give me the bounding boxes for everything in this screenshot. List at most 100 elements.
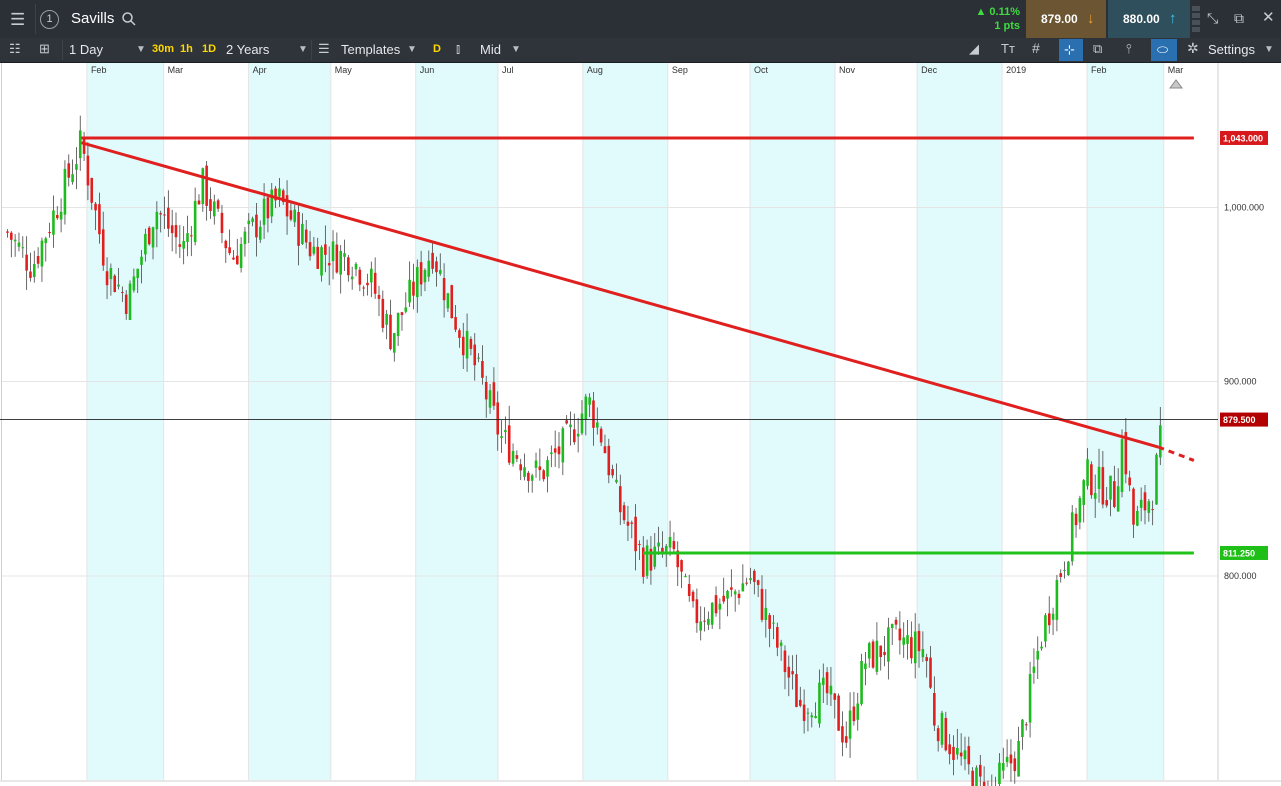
candle-body: [741, 583, 745, 592]
candle-body: [1017, 740, 1020, 777]
month-band: [248, 63, 331, 780]
candle-body: [1001, 762, 1005, 771]
current-price-text: 879.500: [1223, 415, 1256, 425]
hamburger-menu-icon[interactable]: ☰: [10, 11, 25, 28]
candle-body: [389, 314, 392, 350]
candle-body: [243, 231, 247, 245]
interval-1h-button[interactable]: 1h: [177, 42, 196, 57]
candle-body: [798, 699, 802, 706]
candle-body: [565, 420, 568, 424]
price-chart[interactable]: Feb Mar Apr May Jun Jul Aug Sep Oct Nov Dec 2019 Feb…: [0, 63, 1281, 786]
candle-body: [408, 279, 411, 303]
candle-body: [239, 243, 243, 268]
candle-body: [36, 256, 40, 264]
candle-body: [825, 672, 829, 694]
interval-30m-button[interactable]: 30m: [149, 42, 177, 57]
candle-body: [1036, 650, 1040, 660]
candle-body: [890, 623, 894, 628]
candle-body: [810, 715, 814, 718]
candle-body: [921, 649, 925, 658]
candle-body: [289, 210, 293, 220]
close-icon[interactable]: ✕: [1262, 10, 1275, 25]
candle-body: [500, 436, 503, 438]
candle-body: [324, 244, 327, 255]
candle-body: [569, 424, 572, 428]
crosshair-toggle[interactable]: ⊹: [1059, 39, 1083, 61]
price-type-badge[interactable]: D: [430, 42, 444, 57]
candle-body: [1151, 509, 1154, 511]
chevron-down-icon[interactable]: ▼: [511, 44, 521, 55]
gear-icon[interactable]: ✲: [1187, 41, 1199, 55]
candle-body: [370, 268, 373, 283]
x-tick-label: May: [335, 65, 353, 75]
layout-icon[interactable]: ⊞: [39, 42, 50, 55]
candle-body: [232, 257, 235, 260]
range-select[interactable]: 2 Years: [226, 42, 269, 57]
candle-body: [366, 282, 369, 286]
x-tick-label: Mar: [1168, 65, 1184, 75]
candle-body: [1086, 459, 1089, 486]
candle-body: [423, 270, 427, 283]
candle-body: [603, 446, 607, 454]
list-view-icon[interactable]: ☷: [9, 42, 21, 55]
candle-body: [573, 429, 576, 443]
candle-body: [871, 641, 875, 668]
sell-button[interactable]: 879.00 ↓: [1026, 0, 1106, 38]
candle-body: [473, 344, 477, 366]
candle-body: [626, 521, 630, 526]
sell-arrow-icon: ↓: [1087, 10, 1095, 27]
candle-body: [52, 210, 55, 235]
grid-icon[interactable]: #: [1032, 41, 1040, 55]
x-tick-label: Feb: [91, 65, 107, 75]
buy-button[interactable]: 880.00 ↑: [1108, 0, 1190, 38]
text-tool-icon[interactable]: Tт: [1001, 42, 1015, 55]
compare-icon[interactable]: ⧉: [1093, 42, 1102, 55]
candle-body: [841, 726, 844, 743]
scroll-marker-icon[interactable]: [1169, 79, 1183, 89]
chevron-down-icon[interactable]: ▼: [1264, 44, 1274, 55]
candle-body: [864, 663, 867, 670]
chevron-down-icon[interactable]: ▼: [407, 44, 417, 55]
candle-body: [607, 445, 611, 476]
x-tick-label: Sep: [672, 65, 688, 75]
instrument-name[interactable]: Savills: [71, 10, 114, 27]
settings-button[interactable]: Settings: [1208, 42, 1255, 57]
candle-body: [821, 677, 825, 685]
collapse-icon[interactable]: ⤡: [1207, 11, 1218, 25]
candle-body: [419, 262, 423, 285]
interval-1d-button[interactable]: 1D: [199, 42, 219, 57]
candle-body: [550, 452, 553, 455]
candle-body: [415, 267, 419, 298]
search-icon[interactable]: [122, 12, 136, 26]
candle-body: [1059, 573, 1063, 577]
candle-body: [527, 472, 530, 481]
templates-select[interactable]: Templates: [341, 42, 400, 57]
chevron-down-icon[interactable]: ▼: [136, 44, 146, 55]
x-tick-label: Aug: [587, 65, 603, 75]
candle-body: [902, 637, 905, 645]
candle-body: [733, 591, 737, 595]
candle-body: [776, 627, 779, 648]
candle-body: [760, 588, 764, 620]
chevron-down-icon[interactable]: ▼: [298, 44, 308, 55]
candle-body: [312, 246, 316, 254]
x-tick-label: 2019: [1006, 65, 1026, 75]
candle-body: [998, 762, 1001, 785]
candle-body: [557, 446, 561, 455]
layout-badge[interactable]: 1: [40, 10, 59, 29]
popout-icon[interactable]: ⧉: [1234, 11, 1244, 25]
interval-select[interactable]: 1 Day: [69, 42, 103, 57]
indicators-icon[interactable]: ⫯: [1126, 42, 1132, 55]
candle-body: [959, 752, 963, 757]
quantity-slider[interactable]: [1192, 6, 1200, 32]
price-type-select[interactable]: Mid: [480, 42, 501, 57]
drawing-tools-icon[interactable]: ◢: [969, 42, 979, 55]
candle-body: [247, 220, 251, 225]
candle-body: [714, 595, 718, 614]
tag-toggle[interactable]: ⬭: [1151, 39, 1177, 61]
candle-body: [645, 545, 649, 576]
y-tick-label: 1,000.000: [1224, 203, 1264, 213]
month-band: [582, 63, 668, 780]
x-tick-label: Oct: [754, 65, 769, 75]
top-bar: ☰ 1 Savills ▲ 0.11% 1 pts 879.00 ↓ 880.0…: [0, 0, 1281, 39]
